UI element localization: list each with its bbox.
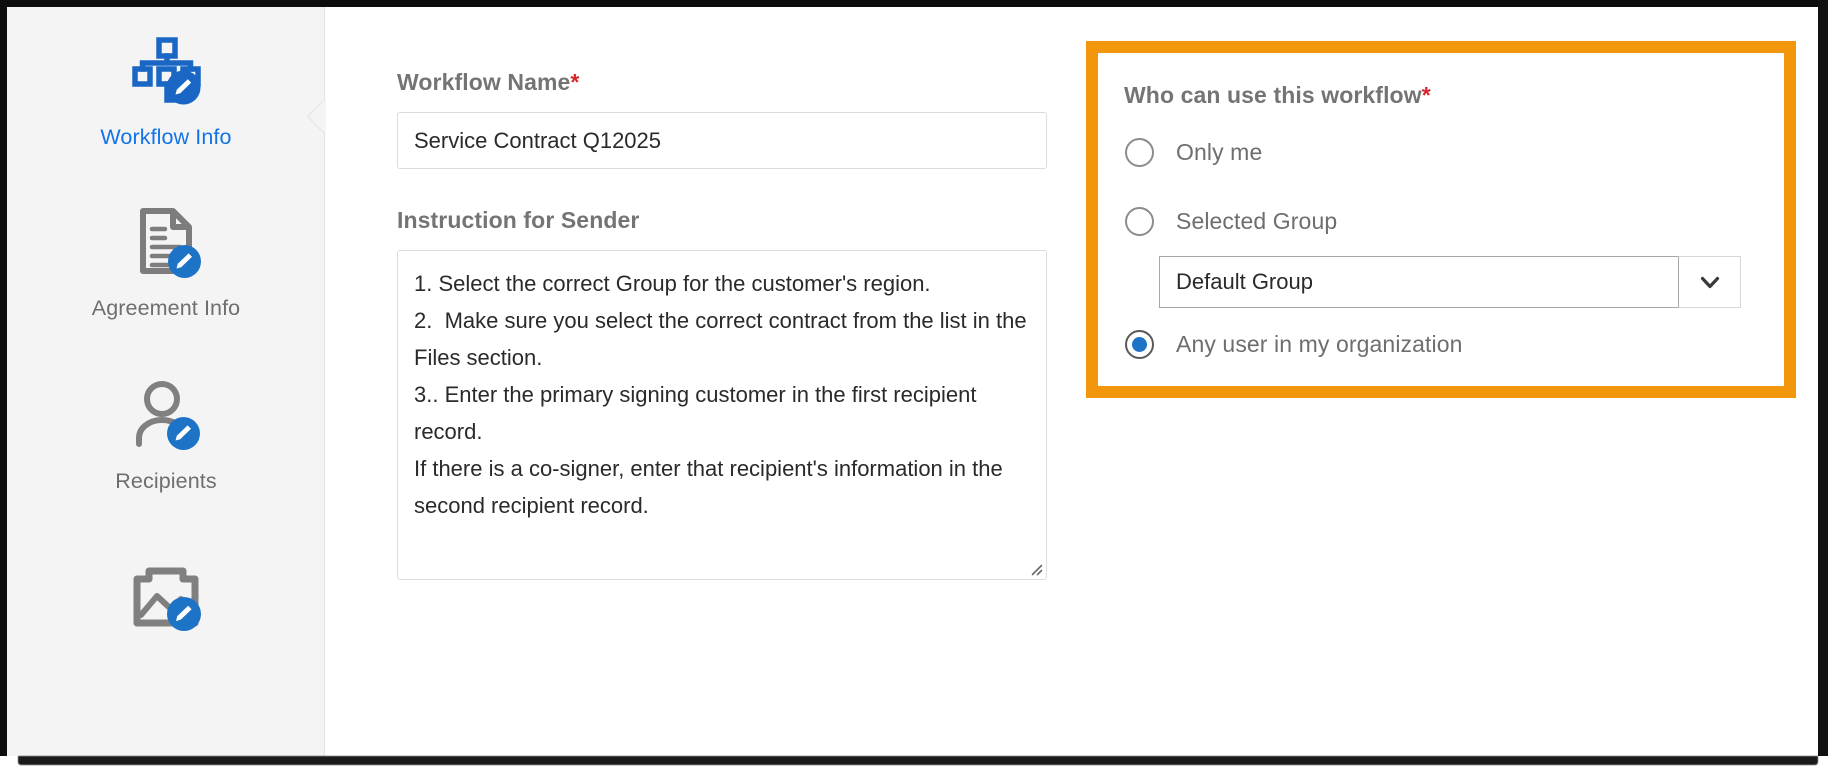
workflow-edit-icon xyxy=(124,31,208,115)
window-frame-top xyxy=(0,0,1828,7)
instruction-for-sender-label: Instruction for Sender xyxy=(397,207,639,234)
workflow-name-label-text: Workflow Name xyxy=(397,69,571,95)
radio-option-only-me[interactable]: Only me xyxy=(1125,138,1262,167)
sidebar-item-files[interactable] xyxy=(7,552,325,646)
radio-circle-icon[interactable] xyxy=(1125,207,1154,236)
who-can-use-title-text: Who can use this workflow xyxy=(1124,82,1422,108)
window-frame-left xyxy=(0,0,7,760)
group-select-value[interactable]: Default Group xyxy=(1159,256,1678,308)
user-edit-icon xyxy=(124,375,208,459)
who-can-use-workflow-panel-highlight: Who can use this workflow* Only me Selec… xyxy=(1086,41,1796,398)
image-edit-icon xyxy=(124,552,208,636)
required-asterisk: * xyxy=(1421,82,1431,108)
screenshot-root: Workflow Info Agreement Info Recipients … xyxy=(0,0,1828,768)
sidebar-item-agreement-info[interactable]: Agreement Info xyxy=(7,202,325,321)
sidebar-item-label: Workflow Info xyxy=(100,125,232,149)
radio-circle-selected-icon[interactable] xyxy=(1125,330,1154,359)
radio-option-label: Only me xyxy=(1176,139,1263,165)
sidebar-item-label: Recipients xyxy=(115,469,217,493)
radio-option-selected-group[interactable]: Selected Group xyxy=(1125,207,1337,236)
workflow-name-label: Workflow Name* xyxy=(397,69,579,96)
window-drop-shadow xyxy=(18,756,1818,765)
required-asterisk: * xyxy=(570,69,580,95)
radio-option-label: Any user in my organization xyxy=(1176,331,1463,357)
group-select[interactable]: Default Group xyxy=(1159,256,1741,308)
radio-circle-icon[interactable] xyxy=(1125,138,1154,167)
who-can-use-workflow-panel: Who can use this workflow* Only me Selec… xyxy=(1098,53,1784,386)
instruction-for-sender-field xyxy=(397,250,1047,580)
sidebar-item-workflow-info[interactable]: Workflow Info xyxy=(7,31,325,150)
instruction-for-sender-label-text: Instruction for Sender xyxy=(397,207,640,233)
sidebar-item-label: Agreement Info xyxy=(91,296,241,320)
instruction-for-sender-textarea[interactable] xyxy=(397,250,1047,580)
chevron-down-icon[interactable] xyxy=(1678,256,1741,308)
document-edit-icon xyxy=(124,202,208,286)
window-frame-right xyxy=(1818,0,1828,768)
radio-option-label: Selected Group xyxy=(1176,208,1338,234)
radio-option-any-user-in-my-organization[interactable]: Any user in my organization xyxy=(1125,330,1463,359)
sidebar-item-recipients[interactable]: Recipients xyxy=(7,375,325,494)
app-viewport: Workflow Info Agreement Info Recipients … xyxy=(7,7,1818,756)
workflow-name-input[interactable] xyxy=(397,112,1047,169)
left-navigation-sidebar: Workflow Info Agreement Info Recipients xyxy=(7,7,325,756)
who-can-use-title: Who can use this workflow* xyxy=(1124,82,1784,109)
